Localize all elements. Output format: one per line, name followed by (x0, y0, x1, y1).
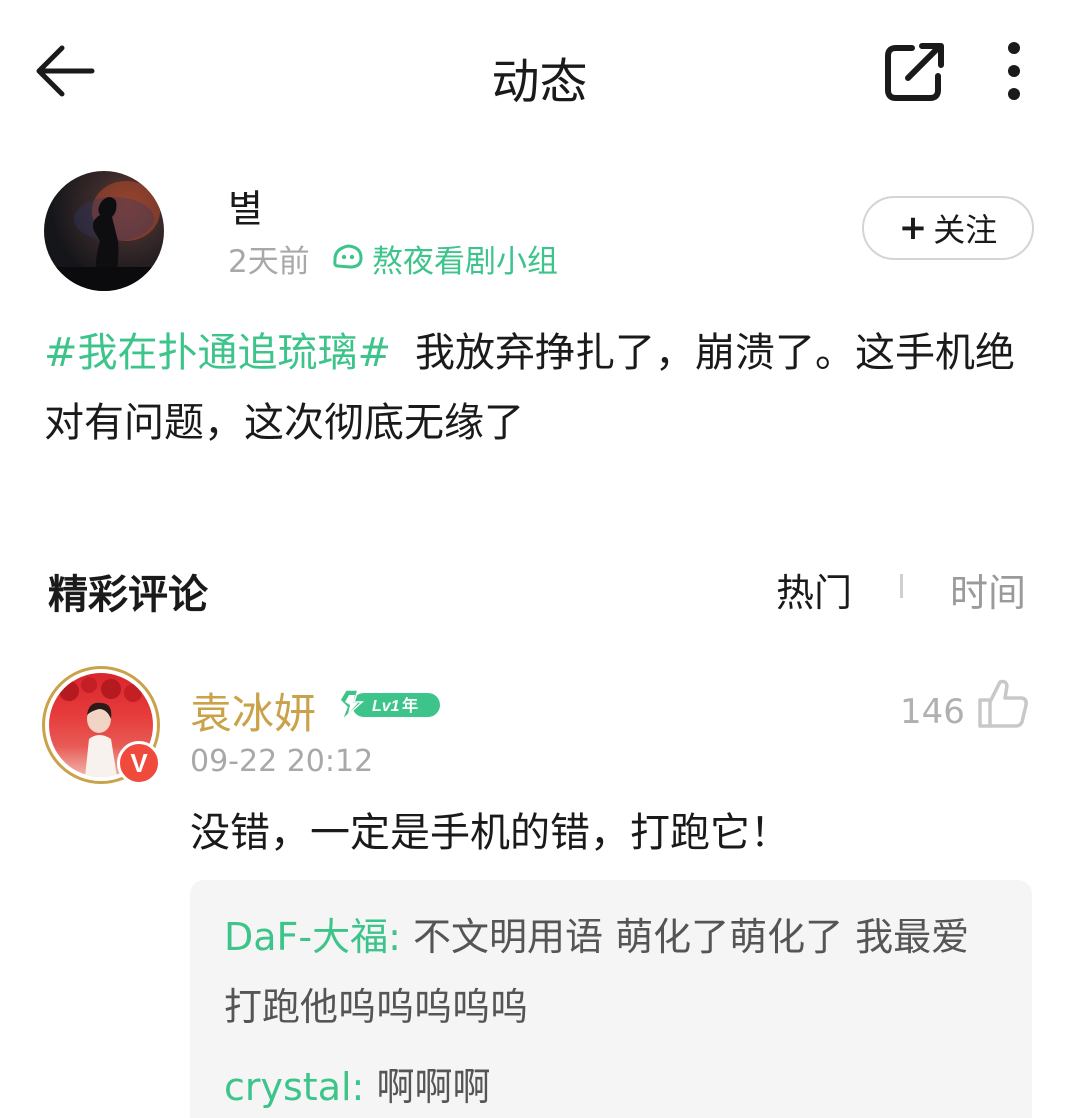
follow-button[interactable]: + 关注 (862, 196, 1034, 260)
verified-badge: V (117, 741, 161, 785)
follow-label: 关注 (933, 211, 998, 249)
hashtag-link[interactable]: #我在扑通追琉璃# (44, 330, 391, 376)
author-avatar[interactable] (44, 171, 164, 291)
group-icon (333, 244, 363, 269)
commenter-name[interactable]: 袁冰妍 (190, 680, 316, 741)
more-options-button[interactable] (996, 40, 1032, 106)
sort-time-tab[interactable]: 时间 (950, 562, 1026, 617)
top-bar: 动态 (0, 0, 1079, 145)
sort-hot-tab[interactable]: 热门 (776, 562, 852, 617)
comments-section-title: 精彩评论 (48, 572, 208, 618)
reply-author[interactable]: DaF-大福: (224, 915, 401, 959)
commenter-avatar[interactable]: V (42, 666, 161, 785)
sort-divider (900, 574, 903, 598)
thumbs-up-icon[interactable] (976, 676, 1030, 730)
group-link[interactable]: 熬夜看剧小组 (372, 236, 558, 281)
reply-item[interactable]: crystal: 啊啊啊 (224, 1052, 1004, 1118)
plus-icon: + (898, 208, 928, 248)
like-count: 146 (900, 692, 965, 732)
reply-text: 啊啊啊 (376, 1065, 491, 1109)
share-icon (885, 43, 944, 101)
reply-author[interactable]: crystal: (224, 1065, 364, 1109)
more-vertical-icon (1008, 42, 1020, 100)
level-text: Lv1 (372, 698, 400, 715)
comment-text: 没错，一定是手机的错，打跑它！ (190, 810, 790, 856)
share-button[interactable] (884, 42, 946, 104)
avatar-image (44, 181, 164, 291)
author-name[interactable]: 별 (228, 178, 263, 233)
post-detail-page: 动态 별 2天前 熬夜看剧小组 + 关注 #我在扑通追琉璃# 我放弃挣扎了，崩溃… (0, 0, 1079, 1118)
replies-box[interactable]: DaF-大福: 不文明用语 萌化了萌化了 我最爱打跑他呜呜呜呜呜 crystal… (190, 880, 1032, 1118)
level-suffix: 年 (402, 696, 418, 715)
post-content: #我在扑通追琉璃# 我放弃挣扎了，崩溃了。这手机绝对有问题，这次彻底无缘了 (44, 318, 1044, 458)
reply-item[interactable]: DaF-大福: 不文明用语 萌化了萌化了 我最爱打跑他呜呜呜呜呜 (224, 902, 1004, 1042)
comment-time: 09-22 20:12 (190, 744, 374, 779)
level-badge: Lv1 年 (338, 688, 442, 722)
post-time: 2天前 (228, 244, 310, 280)
